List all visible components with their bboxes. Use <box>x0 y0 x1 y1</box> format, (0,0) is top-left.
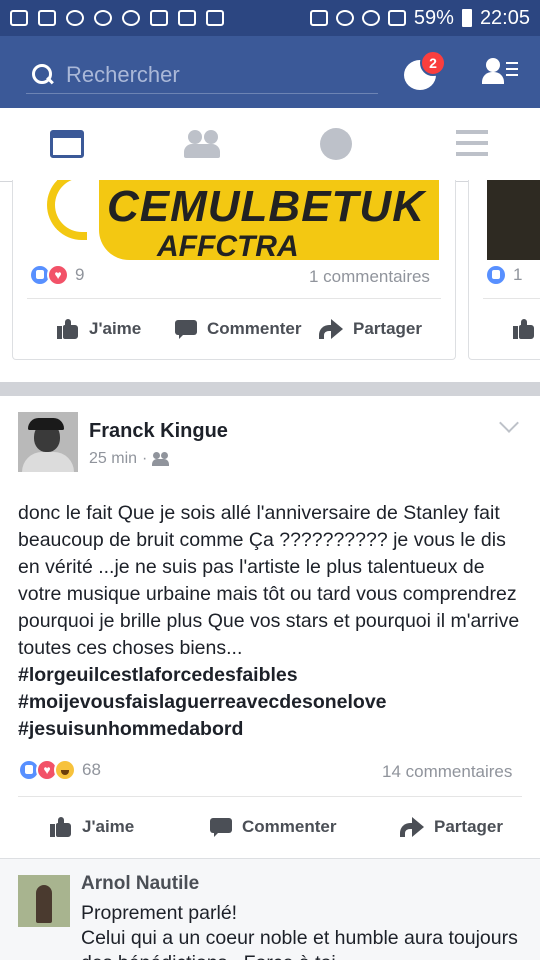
comment-label: Commenter <box>207 319 302 338</box>
messenger-icon <box>122 10 140 26</box>
mute-icon <box>309 10 328 26</box>
battery-percent: 59% <box>413 6 454 29</box>
like-reaction-icon <box>485 264 507 286</box>
search-placeholder: Rechercher <box>66 61 180 87</box>
battery-icon <box>461 9 472 27</box>
tab-bar <box>0 108 540 182</box>
reaction-summary[interactable]: ♥ 9 <box>29 264 84 286</box>
card-image-text-2: AFFCTRA <box>157 230 299 260</box>
reaction-summary[interactable]: ♥ 68 <box>18 759 101 781</box>
twitter-icon <box>66 10 84 26</box>
gallery-icon <box>10 10 28 26</box>
instagram-icon <box>38 10 56 26</box>
comment-button[interactable]: Commenter <box>175 319 301 339</box>
share-icon <box>319 319 343 339</box>
reaction-count: 68 <box>82 760 101 779</box>
status-bar: 59% 22:05 <box>0 0 540 36</box>
search-bar[interactable]: Rechercher <box>26 56 378 94</box>
reaction-count: 9 <box>75 265 85 284</box>
avatar[interactable] <box>18 412 78 472</box>
globe-icon <box>320 128 352 160</box>
comment-text: Proprement parlé! Celui qui a un coeur n… <box>81 902 518 960</box>
card-image[interactable] <box>487 180 540 260</box>
comments-count[interactable]: 1 commentaires <box>309 267 430 287</box>
like-button[interactable] <box>513 319 540 339</box>
comment-author[interactable]: Arnol Nautile <box>81 873 199 895</box>
reaction-count: 1 <box>513 265 523 284</box>
friends-icon <box>188 130 202 144</box>
tab-menu[interactable] <box>454 128 494 160</box>
comment-item: Arnol Nautile Proprement parlé! Celui qu… <box>0 858 540 960</box>
post-body: donc le fait Que je sois allé l'annivers… <box>18 500 532 743</box>
comment-label: Commenter <box>242 817 337 836</box>
check-icon <box>150 10 168 26</box>
like-icon <box>50 817 72 837</box>
tab-notifications[interactable] <box>318 128 358 160</box>
share-label: Partager <box>353 319 422 338</box>
share-button[interactable]: Partager <box>319 319 422 339</box>
divider <box>27 298 441 299</box>
comments-count[interactable]: 14 commentaires <box>382 762 512 782</box>
hashtag-link[interactable]: #lorgeuilcestlaforcedesfaibles <box>18 662 532 689</box>
share-button[interactable]: Partager <box>400 817 503 837</box>
hashtag-link[interactable]: #moijevousfaislaguerreavecdesonelove <box>18 689 532 716</box>
person-icon <box>486 58 500 72</box>
friend-requests-button[interactable] <box>482 56 518 88</box>
wifi-icon <box>361 10 380 26</box>
like-label: J'aime <box>82 817 135 836</box>
tab-friends[interactable] <box>184 128 224 160</box>
divider <box>483 298 540 299</box>
post-author[interactable]: Franck Kingue <box>89 420 228 443</box>
post-meta: 25 min · <box>89 450 170 468</box>
card-image-text: CEMULBETUK <box>107 182 425 231</box>
comment-icon <box>175 319 197 339</box>
top-header: Rechercher 2 <box>0 36 540 108</box>
post-time[interactable]: 25 min <box>89 450 137 468</box>
signal-icon <box>387 10 406 26</box>
share-label: Partager <box>434 817 503 836</box>
comment-icon <box>210 817 232 837</box>
like-icon <box>57 319 79 339</box>
carousel-card[interactable]: CEMULBETUK AFFCTRA ♥ 9 1 commentaires J'… <box>12 180 456 360</box>
reaction-summary[interactable]: 1 <box>485 264 522 286</box>
feed-post: Franck Kingue 25 min · donc le fait Que … <box>0 396 540 858</box>
messages-badge: 2 <box>420 50 446 76</box>
meta-dot: · <box>142 450 148 467</box>
divider <box>18 796 522 797</box>
love-reaction-icon: ♥ <box>47 264 69 286</box>
alarm-clock-icon <box>335 10 354 26</box>
haha-reaction-icon <box>54 759 76 781</box>
like-icon <box>513 319 535 339</box>
like-label: J'aime <box>89 319 142 338</box>
feed-separator <box>0 382 540 396</box>
like-button[interactable]: J'aime <box>50 817 134 837</box>
avatar[interactable] <box>18 875 70 927</box>
tab-news-feed[interactable] <box>48 128 88 160</box>
search-icon <box>32 63 54 86</box>
alarm-icon <box>94 10 112 26</box>
friends-audience-icon <box>152 452 170 466</box>
download-icon <box>178 10 196 26</box>
menu-icon <box>456 130 488 134</box>
carousel-card[interactable]: 1 <box>468 180 540 360</box>
mail-icon <box>206 10 224 26</box>
card-image[interactable]: CEMULBETUK AFFCTRA <box>41 180 439 260</box>
comment-button[interactable]: Commenter <box>210 817 336 837</box>
suggested-carousel: CEMULBETUK AFFCTRA ♥ 9 1 commentaires J'… <box>0 180 540 382</box>
share-icon <box>400 817 424 837</box>
like-button[interactable]: J'aime <box>57 319 141 339</box>
clock: 22:05 <box>479 6 530 29</box>
chevron-down-icon[interactable] <box>499 413 519 433</box>
hashtag-link[interactable]: #jesuisunhommedabord <box>18 716 532 743</box>
post-text: donc le fait Que je sois allé l'annivers… <box>18 502 520 659</box>
